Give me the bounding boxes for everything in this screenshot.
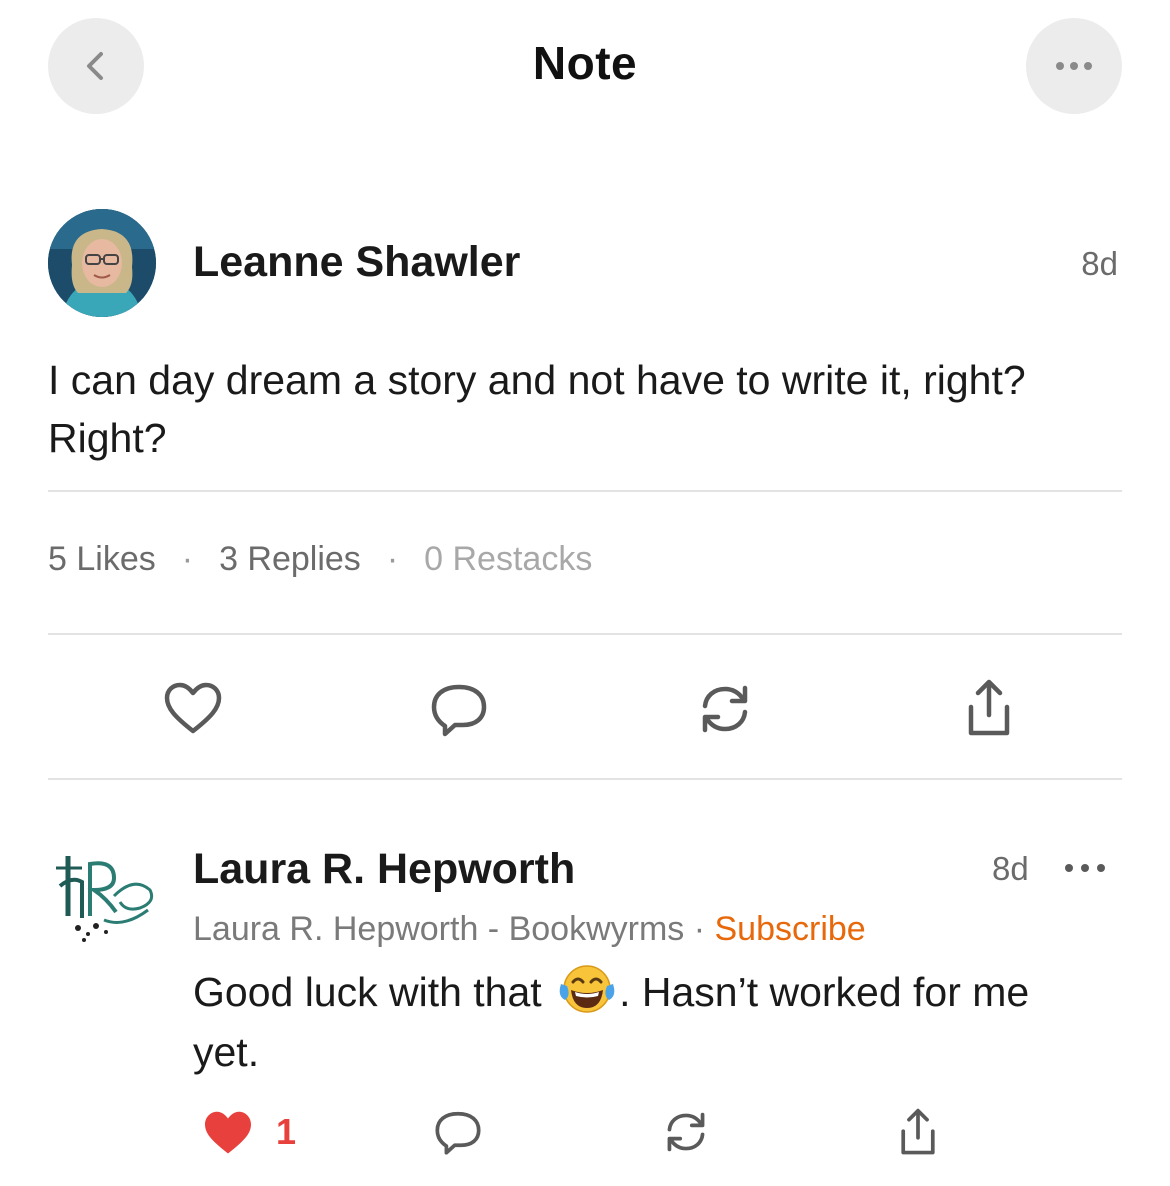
heart-icon bbox=[164, 682, 222, 734]
divider bbox=[48, 778, 1122, 780]
post-timestamp: 8d bbox=[1081, 245, 1118, 282]
comment-icon bbox=[431, 684, 487, 737]
likes-count[interactable]: 5 Likes bbox=[48, 540, 156, 579]
reply-author-avatar[interactable] bbox=[48, 846, 160, 946]
publication-name[interactable]: Laura R. Hepworth - Bookwyrms bbox=[193, 910, 684, 948]
reply-like-count: 1 bbox=[276, 1111, 297, 1152]
reply-timestamp: 8d bbox=[992, 850, 1029, 887]
separator-dot: · bbox=[181, 540, 194, 578]
reply-more-button[interactable] bbox=[1060, 858, 1110, 878]
like-button[interactable] bbox=[160, 678, 226, 738]
reply-body: Good luck with that . Hasn’t worked for … bbox=[193, 962, 1093, 1082]
page-title: Note bbox=[532, 37, 638, 89]
reply-publication: Laura R. Hepworth - Bookwyrms · Subscrib… bbox=[193, 910, 866, 949]
author-name[interactable]: Leanne Shawler bbox=[193, 238, 520, 287]
post-body: I can day dream a story and not have to … bbox=[48, 357, 1026, 461]
reply-text-start: Good luck with that bbox=[193, 969, 542, 1015]
share-button[interactable] bbox=[956, 676, 1022, 740]
reply-author-name[interactable]: Laura R. Hepworth bbox=[193, 845, 575, 894]
author-avatar[interactable] bbox=[48, 209, 156, 317]
heart-filled-icon bbox=[205, 1111, 251, 1154]
ellipsis-icon bbox=[1056, 62, 1092, 70]
restack-icon bbox=[702, 685, 748, 733]
divider bbox=[48, 490, 1122, 492]
reply-like-button[interactable] bbox=[200, 1108, 256, 1158]
subscribe-link[interactable]: Subscribe bbox=[715, 910, 866, 948]
separator-dot: · bbox=[386, 540, 399, 578]
reply-restack-button[interactable] bbox=[660, 1106, 712, 1158]
separator-dot: · bbox=[684, 910, 715, 948]
share-icon bbox=[901, 1108, 935, 1155]
post-stats: 5 Likes · 3 Replies · 0 Restacks bbox=[48, 540, 592, 579]
restacks-count[interactable]: 0 Restacks bbox=[424, 540, 592, 579]
restack-button[interactable] bbox=[692, 678, 758, 740]
logo-icon bbox=[56, 856, 154, 942]
share-icon bbox=[968, 679, 1010, 736]
restack-icon bbox=[667, 1112, 705, 1152]
replies-count[interactable]: 3 Replies bbox=[219, 540, 361, 579]
laughing-tears-emoji-icon bbox=[559, 965, 615, 1013]
reply-share-button[interactable] bbox=[892, 1104, 944, 1160]
ellipsis-icon bbox=[1065, 864, 1105, 872]
more-options-button[interactable] bbox=[1026, 18, 1122, 114]
reply-button[interactable] bbox=[426, 678, 492, 740]
divider bbox=[48, 633, 1122, 635]
reply-comment-button[interactable] bbox=[432, 1106, 484, 1158]
comment-icon bbox=[435, 1111, 481, 1155]
